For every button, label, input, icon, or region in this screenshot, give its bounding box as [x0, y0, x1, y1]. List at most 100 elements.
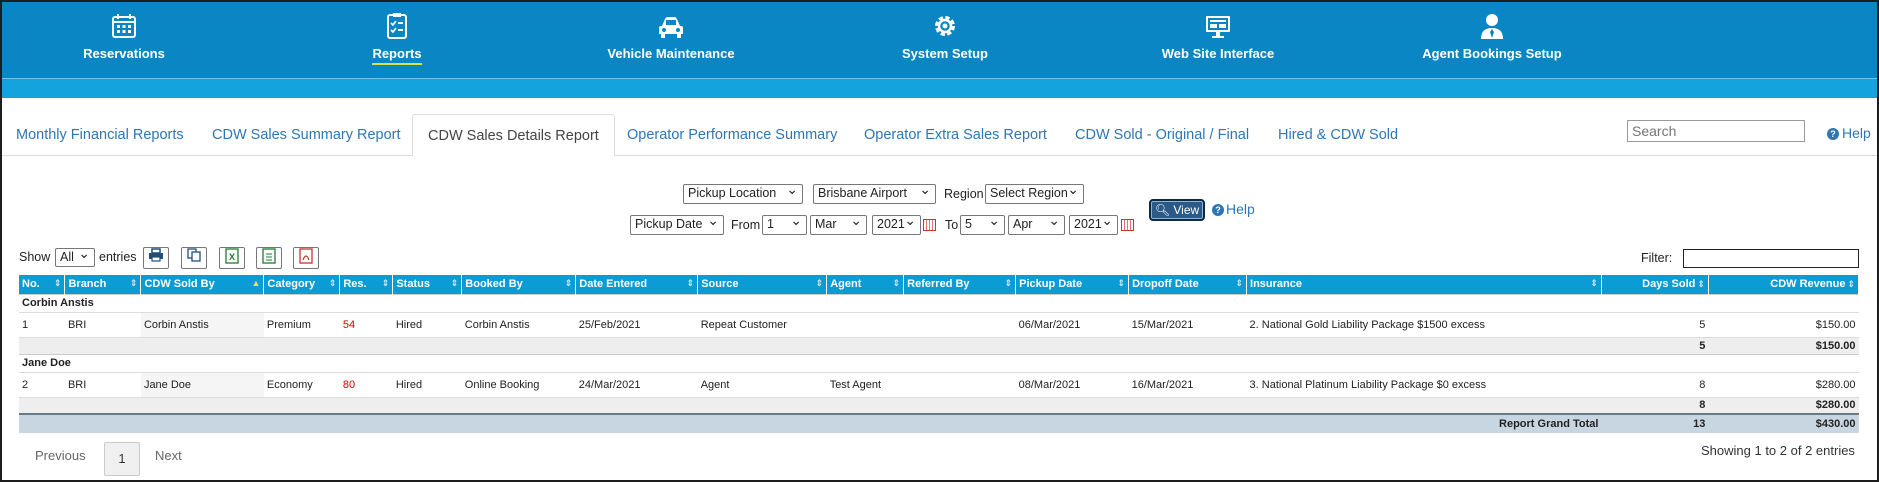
sort-icon: ⇕ — [686, 278, 695, 289]
cell-source: Repeat Customer — [697, 311, 827, 337]
grand-total-row: Report Grand Total 13 $430.00 — [19, 413, 1859, 433]
cell-booked-by: Online Booking — [461, 371, 576, 397]
col-header-label: Dropoff Date — [1132, 278, 1199, 291]
next-page-button[interactable]: Next — [155, 448, 182, 463]
view-label: View — [1173, 203, 1200, 217]
svg-text:X: X — [229, 252, 235, 262]
cell-status: Hired — [392, 371, 462, 397]
date-type-select[interactable]: Pickup Date — [630, 215, 724, 235]
help-link[interactable]: ? Help — [1827, 125, 1871, 141]
col-header-res[interactable]: Res. ⇕ — [339, 275, 394, 294]
help-label: Help — [1226, 201, 1255, 217]
sort-icon: ⇕ — [1697, 279, 1705, 290]
cell-category: Economy — [263, 371, 340, 397]
col-header-label: Pickup Date — [1019, 278, 1083, 291]
col-header-label: No. — [22, 278, 40, 291]
view-button[interactable]: 🔍︎ View — [1149, 199, 1205, 221]
copy-button[interactable] — [181, 247, 207, 269]
region-select[interactable]: Select Region — [985, 184, 1084, 204]
col-header-cdw-revenue[interactable]: CDW Revenue ⇕ — [1708, 275, 1860, 294]
col-header-cdw-sold-by[interactable]: CDW Sold By ▲ — [140, 275, 265, 294]
tab-hired-cdw-sold[interactable]: Hired & CDW Sold — [1278, 114, 1398, 156]
col-header-label: Res. — [343, 278, 367, 291]
col-header-booked-by[interactable]: Booked By ⇕ — [461, 275, 577, 294]
sort-icon: ⇕ — [129, 278, 138, 289]
tab-operator-performance-summary[interactable]: Operator Performance Summary — [627, 114, 837, 156]
cell-res[interactable]: 80 — [339, 371, 393, 397]
excel-button[interactable]: X — [219, 247, 245, 269]
report-tabs: Monthly Financial Reports CDW Sales Summ… — [2, 114, 1877, 157]
col-header-insurance[interactable]: Insurance ⇕ — [1246, 275, 1602, 294]
print-icon — [149, 248, 163, 262]
entries-select[interactable]: All — [55, 248, 95, 267]
from-year-select[interactable]: 2021 — [872, 215, 921, 235]
location-type-select[interactable]: Pickup Location — [683, 184, 803, 204]
cell-days-sold: 8 — [1601, 371, 1709, 397]
reservation-link[interactable]: 80 — [343, 379, 355, 391]
nav-reports[interactable]: Reports — [370, 12, 424, 65]
col-header-label: Days Sold — [1642, 278, 1696, 291]
to-year-select[interactable]: 2021 — [1069, 215, 1118, 235]
col-header-pickup-date[interactable]: Pickup Date ⇕ — [1015, 275, 1130, 294]
sort-icon: ⇕ — [815, 278, 824, 289]
cell-res[interactable]: 54 — [339, 311, 393, 337]
clipboard-list-icon — [387, 13, 407, 39]
cell-date-entered: 25/Feb/2021 — [575, 311, 698, 337]
nav-reservations[interactable]: Reservations — [82, 12, 166, 61]
group-row: Jane Doe — [19, 353, 1859, 372]
previous-page-button[interactable]: Previous — [35, 448, 86, 463]
tab-cdw-sales-details-report[interactable]: CDW Sales Details Report — [412, 114, 615, 157]
calendar-icon — [112, 14, 136, 38]
grand-total-revenue: $430.00 — [1708, 413, 1859, 433]
tab-monthly-financial-reports[interactable]: Monthly Financial Reports — [16, 114, 184, 156]
nav-vehicle-maintenance[interactable]: Vehicle Maintenance — [606, 12, 736, 61]
cell-days-sold: 5 — [1601, 311, 1709, 337]
location-select[interactable]: Brisbane Airport — [813, 184, 936, 204]
sub-navigation-bar — [2, 78, 1877, 98]
table-row[interactable]: 2 BRI Jane Doe Economy 80 Hired Online B… — [19, 371, 1859, 397]
col-header-status[interactable]: Status ⇕ — [392, 275, 463, 294]
tab-cdw-sold-original-final[interactable]: CDW Sold - Original / Final — [1075, 114, 1249, 156]
from-day-select[interactable]: 1 — [762, 215, 807, 235]
sort-asc-icon: ▲ — [251, 278, 261, 289]
nav-label: Vehicle Maintenance — [607, 46, 735, 61]
to-day-select[interactable]: 5 — [960, 215, 1005, 235]
col-header-dropoff-date[interactable]: Dropoff Date ⇕ — [1128, 275, 1248, 294]
page-1-button[interactable]: 1 — [104, 442, 140, 476]
help-label: Help — [1842, 125, 1871, 141]
col-header-date-entered[interactable]: Date Entered ⇕ — [575, 275, 699, 294]
col-header-referred-by[interactable]: Referred By ⇕ — [903, 275, 1017, 294]
to-month-select[interactable]: Apr — [1008, 215, 1065, 235]
nav-web-site-interface[interactable]: Web Site Interface — [1160, 12, 1276, 61]
view-help-link[interactable]: ? Help — [1212, 201, 1255, 217]
tab-operator-extra-sales-report[interactable]: Operator Extra Sales Report — [864, 114, 1047, 156]
nav-system-setup[interactable]: System Setup — [900, 12, 990, 61]
from-calendar-icon[interactable] — [923, 219, 936, 231]
cell-date-entered: 24/Mar/2021 — [575, 371, 698, 397]
nav-agent-bookings-setup[interactable]: Agent Bookings Setup — [1422, 12, 1562, 61]
csv-button[interactable] — [256, 247, 282, 269]
col-header-source[interactable]: Source ⇕ — [697, 275, 828, 294]
cell-insurance: 2. National Gold Liability Package $1500… — [1246, 311, 1602, 337]
col-header-days-sold[interactable]: Days Sold ⇕ — [1601, 275, 1709, 294]
pdf-button[interactable] — [293, 247, 319, 269]
col-header-agent[interactable]: Agent ⇕ — [826, 275, 905, 294]
to-calendar-icon[interactable] — [1121, 219, 1134, 231]
group-name: Jane Doe — [19, 353, 1859, 372]
from-month-select[interactable]: Mar — [810, 215, 867, 235]
col-header-label: Branch — [68, 278, 107, 291]
table-row[interactable]: 1 BRI Corbin Anstis Premium 54 Hired Cor… — [19, 311, 1859, 337]
reservation-link[interactable]: 54 — [343, 319, 355, 331]
cell-dropoff-date: 16/Mar/2021 — [1128, 371, 1247, 397]
col-header-category[interactable]: Category ⇕ — [263, 275, 341, 294]
col-header-branch[interactable]: Branch ⇕ — [64, 275, 142, 294]
tab-cdw-sales-summary-report[interactable]: CDW Sales Summary Report — [212, 114, 401, 156]
cell-category: Premium — [263, 311, 340, 337]
cell-no: 2 — [19, 371, 65, 397]
filter-input[interactable] — [1683, 249, 1859, 268]
search-input[interactable] — [1627, 120, 1805, 142]
col-header-no[interactable]: No. ⇕ — [19, 275, 66, 294]
sort-icon: ⇕ — [328, 278, 337, 289]
sort-icon: ⇕ — [1004, 278, 1013, 289]
print-button[interactable] — [143, 247, 169, 269]
